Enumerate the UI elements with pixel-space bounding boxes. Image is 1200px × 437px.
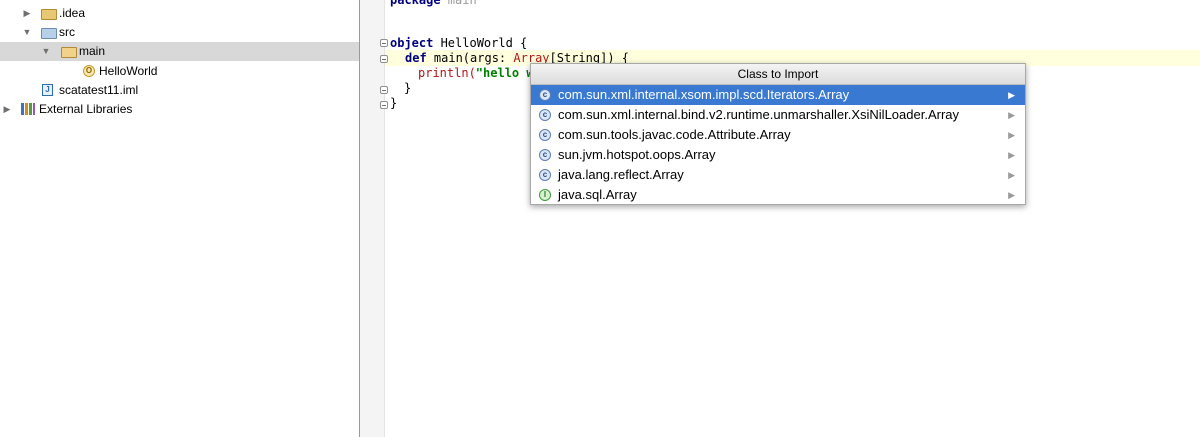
collapse-arrow-icon[interactable]: ▼ — [22, 23, 32, 42]
import-option-label: com.sun.xml.internal.bind.v2.runtime.unm… — [558, 107, 960, 122]
module-file-icon: J — [42, 84, 53, 96]
tree-item-label: HelloWorld — [99, 64, 158, 78]
tree-item-idea[interactable]: ▶ .idea — [0, 4, 359, 23]
tree-item-helloworld[interactable]: O HelloWorld — [0, 62, 359, 81]
class-icon: c — [539, 169, 551, 181]
def-signature: main(args: — [426, 51, 514, 65]
submenu-arrow-icon[interactable]: ▶ — [1008, 165, 1015, 185]
tree-item-label: main — [79, 44, 106, 58]
tree-item-external-libraries[interactable]: ▶ External Libraries — [0, 100, 359, 119]
tree-item-iml[interactable]: J scatatest11.iml — [0, 81, 359, 100]
popup-title: Class to Import — [531, 64, 1025, 85]
import-option[interactable]: c java.lang.reflect.Array ▶ — [531, 165, 1025, 185]
code-line-package: package main — [390, 0, 477, 8]
collapse-arrow-icon[interactable]: ▼ — [41, 42, 51, 61]
code-line-object: object HelloWorld { — [390, 35, 527, 51]
object-keyword: object — [390, 36, 434, 50]
class-icon: c — [539, 129, 551, 141]
code-line-println: println("hello w — [418, 65, 534, 81]
import-option-label: java.lang.reflect.Array — [558, 167, 684, 182]
import-option[interactable]: c com.sun.xml.internal.xsom.impl.scd.Ite… — [531, 85, 1025, 105]
submenu-arrow-icon[interactable]: ▶ — [1008, 185, 1015, 205]
expand-arrow-icon[interactable]: ▶ — [22, 4, 32, 23]
import-option[interactable]: c com.sun.tools.javac.code.Attribute.Arr… — [531, 125, 1025, 145]
import-option[interactable]: c com.sun.xml.internal.bind.v2.runtime.u… — [531, 105, 1025, 125]
import-option-label: sun.jvm.hotspot.oops.Array — [558, 147, 716, 162]
tree-item-src[interactable]: ▼ src — [0, 23, 359, 42]
import-option[interactable]: c sun.jvm.hotspot.oops.Array ▶ — [531, 145, 1025, 165]
string-literal: "hello w — [475, 66, 534, 80]
import-option-label: com.sun.tools.javac.code.Attribute.Array — [558, 127, 791, 142]
def-keyword: def — [405, 51, 427, 65]
submenu-arrow-icon[interactable]: ▶ — [1008, 145, 1015, 165]
scala-object-icon: O — [83, 65, 95, 77]
package-folder-icon — [61, 47, 77, 58]
class-icon: c — [539, 109, 551, 121]
import-option-label: com.sun.xml.internal.xsom.impl.scd.Itera… — [558, 87, 850, 102]
tree-item-label: External Libraries — [39, 102, 133, 116]
source-folder-icon — [41, 28, 57, 39]
code-line-close-inner: } — [404, 81, 412, 95]
tree-item-label: src — [59, 25, 75, 39]
interface-icon: I — [539, 189, 551, 201]
code-line-close-outer: } — [390, 96, 398, 110]
import-option[interactable]: I java.sql.Array ▶ — [531, 185, 1025, 205]
submenu-arrow-icon[interactable]: ▶ — [1008, 125, 1015, 145]
submenu-arrow-icon[interactable]: ▶ — [1008, 85, 1015, 105]
package-name: main — [440, 0, 477, 7]
editor-gutter — [360, 0, 384, 437]
println-call: println( — [418, 66, 476, 80]
folder-icon — [41, 9, 57, 20]
libraries-icon — [21, 103, 35, 115]
tree-item-main[interactable]: ▼ main — [0, 42, 359, 61]
class-icon: c — [539, 89, 551, 101]
project-tree-panel: ▶ .idea ▼ src ▼ main O HelloWorld J scat… — [0, 0, 359, 437]
submenu-arrow-icon[interactable]: ▶ — [1008, 105, 1015, 125]
object-declaration: HelloWorld { — [433, 36, 528, 50]
class-icon: c — [539, 149, 551, 161]
import-option-label: java.sql.Array — [558, 187, 637, 202]
class-to-import-popup: Class to Import c com.sun.xml.internal.x… — [530, 63, 1026, 205]
package-keyword: package — [390, 0, 441, 7]
tree-item-label: .idea — [59, 6, 86, 20]
expand-arrow-icon[interactable]: ▶ — [2, 100, 12, 119]
tree-item-label: scatatest11.iml — [59, 83, 139, 97]
